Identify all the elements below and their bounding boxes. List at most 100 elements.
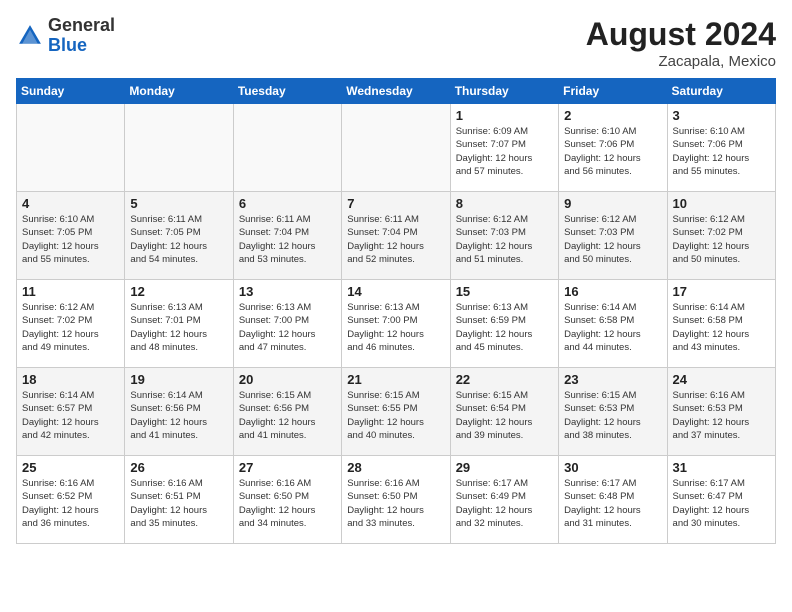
day-number: 14 [347,284,444,299]
calendar-day-cell: 6Sunrise: 6:11 AM Sunset: 7:04 PM Daylig… [233,192,341,280]
calendar-day-cell: 27 Sunrise: 6:16 AM Sunset: 6:50 PM Dayli… [233,456,341,544]
calendar-week-row: 11 Sunrise: 6:12 AM Sunset: 7:02 PM Dayli… [17,280,776,368]
calendar-day-cell: 3 Sunrise: 6:10 AM Sunset: 7:06 PM Daylig… [667,104,775,192]
day-info: Sunrise: 6:11 AM Sunset: 7:04 PM Dayligh… [347,213,444,266]
logo-blue-text: Blue [48,35,87,55]
day-info: Sunrise: 6:09 AM Sunset: 7:07 PM Dayligh… [456,125,553,178]
day-number: 28 [347,460,444,475]
day-number: 25 [22,460,119,475]
calendar-day-cell: 8 Sunrise: 6:12 AM Sunset: 7:03 PM Daylig… [450,192,558,280]
weekday-header-cell: Sunday [17,79,125,104]
logo-general-text: General [48,15,115,35]
day-number: 4 [22,196,119,211]
day-number: 23 [564,372,661,387]
logo: General Blue [16,16,115,56]
calendar-day-cell: 30Sunrise: 6:17 AM Sunset: 6:48 PM Dayli… [559,456,667,544]
calendar-day-cell: 17 Sunrise: 6:14 AM Sunset: 6:58 PM Dayli… [667,280,775,368]
day-info: Sunrise: 6:14 AM Sunset: 6:56 PM Dayligh… [130,389,227,442]
location-subtitle: Zacapala, Mexico [586,53,776,70]
calendar-day-cell: 13 Sunrise: 6:13 AM Sunset: 7:00 PM Dayli… [233,280,341,368]
calendar-day-cell: 29Sunrise: 6:17 AM Sunset: 6:49 PM Dayli… [450,456,558,544]
day-info: Sunrise: 6:15 AM Sunset: 6:56 PM Dayligh… [239,389,336,442]
calendar-day-cell: 12 Sunrise: 6:13 AM Sunset: 7:01 PM Dayli… [125,280,233,368]
calendar-day-cell: 28 Sunrise: 6:16 AM Sunset: 6:50 PM Dayli… [342,456,450,544]
calendar-table: SundayMondayTuesdayWednesdayThursdayFrid… [16,78,776,544]
day-number: 7 [347,196,444,211]
calendar-day-cell: 15Sunrise: 6:13 AM Sunset: 6:59 PM Dayli… [450,280,558,368]
weekday-header-row: SundayMondayTuesdayWednesdayThursdayFrid… [17,79,776,104]
day-number: 24 [673,372,770,387]
calendar-week-row: 1 Sunrise: 6:09 AM Sunset: 7:07 PM Daylig… [17,104,776,192]
day-number: 16 [564,284,661,299]
day-info: Sunrise: 6:17 AM Sunset: 6:48 PM Dayligh… [564,477,661,530]
calendar-week-row: 18 Sunrise: 6:14 AM Sunset: 6:57 PM Dayli… [17,368,776,456]
day-number: 22 [456,372,553,387]
calendar-day-cell: 14 Sunrise: 6:13 AM Sunset: 7:00 PM Dayli… [342,280,450,368]
day-info: Sunrise: 6:12 AM Sunset: 7:02 PM Dayligh… [673,213,770,266]
page-header: General Blue August 2024 Zacapala, Mexic… [16,16,776,70]
calendar-day-cell: 26Sunrise: 6:16 AM Sunset: 6:51 PM Dayli… [125,456,233,544]
weekday-header-cell: Tuesday [233,79,341,104]
day-number: 18 [22,372,119,387]
day-info: Sunrise: 6:12 AM Sunset: 7:03 PM Dayligh… [456,213,553,266]
day-info: Sunrise: 6:13 AM Sunset: 7:01 PM Dayligh… [130,301,227,354]
day-info: Sunrise: 6:10 AM Sunset: 7:06 PM Dayligh… [564,125,661,178]
day-info: Sunrise: 6:10 AM Sunset: 7:05 PM Dayligh… [22,213,119,266]
calendar-day-cell: 9 Sunrise: 6:12 AM Sunset: 7:03 PM Daylig… [559,192,667,280]
day-info: Sunrise: 6:15 AM Sunset: 6:53 PM Dayligh… [564,389,661,442]
day-info: Sunrise: 6:17 AM Sunset: 6:47 PM Dayligh… [673,477,770,530]
calendar-day-cell: 1 Sunrise: 6:09 AM Sunset: 7:07 PM Daylig… [450,104,558,192]
day-info: Sunrise: 6:13 AM Sunset: 6:59 PM Dayligh… [456,301,553,354]
day-info: Sunrise: 6:11 AM Sunset: 7:05 PM Dayligh… [130,213,227,266]
calendar-day-cell: 21Sunrise: 6:15 AM Sunset: 6:55 PM Dayli… [342,368,450,456]
calendar-day-cell: 7 Sunrise: 6:11 AM Sunset: 7:04 PM Daylig… [342,192,450,280]
calendar-day-cell: 19 Sunrise: 6:14 AM Sunset: 6:56 PM Dayli… [125,368,233,456]
logo-icon [16,22,44,50]
day-number: 2 [564,108,661,123]
calendar-day-cell: 20 Sunrise: 6:15 AM Sunset: 6:56 PM Dayli… [233,368,341,456]
day-number: 19 [130,372,227,387]
day-info: Sunrise: 6:14 AM Sunset: 6:58 PM Dayligh… [673,301,770,354]
day-info: Sunrise: 6:14 AM Sunset: 6:58 PM Dayligh… [564,301,661,354]
calendar-day-cell: 11 Sunrise: 6:12 AM Sunset: 7:02 PM Dayli… [17,280,125,368]
day-info: Sunrise: 6:16 AM Sunset: 6:50 PM Dayligh… [347,477,444,530]
day-info: Sunrise: 6:16 AM Sunset: 6:53 PM Dayligh… [673,389,770,442]
calendar-day-cell: 2 Sunrise: 6:10 AM Sunset: 7:06 PM Daylig… [559,104,667,192]
day-number: 9 [564,196,661,211]
day-number: 27 [239,460,336,475]
calendar-week-row: 4 Sunrise: 6:10 AM Sunset: 7:05 PM Daylig… [17,192,776,280]
calendar-day-cell: 23 Sunrise: 6:15 AM Sunset: 6:53 PM Dayli… [559,368,667,456]
title-block: August 2024 Zacapala, Mexico [586,16,776,70]
day-info: Sunrise: 6:10 AM Sunset: 7:06 PM Dayligh… [673,125,770,178]
day-number: 11 [22,284,119,299]
day-number: 1 [456,108,553,123]
day-info: Sunrise: 6:12 AM Sunset: 7:03 PM Dayligh… [564,213,661,266]
calendar-day-cell: 16 Sunrise: 6:14 AM Sunset: 6:58 PM Dayli… [559,280,667,368]
day-number: 31 [673,460,770,475]
day-info: Sunrise: 6:13 AM Sunset: 7:00 PM Dayligh… [239,301,336,354]
day-info: Sunrise: 6:12 AM Sunset: 7:02 PM Dayligh… [22,301,119,354]
day-info: Sunrise: 6:16 AM Sunset: 6:50 PM Dayligh… [239,477,336,530]
calendar-day-cell: 24 Sunrise: 6:16 AM Sunset: 6:53 PM Dayli… [667,368,775,456]
day-info: Sunrise: 6:17 AM Sunset: 6:49 PM Dayligh… [456,477,553,530]
calendar-day-cell: 10 Sunrise: 6:12 AM Sunset: 7:02 PM Dayli… [667,192,775,280]
weekday-header-cell: Saturday [667,79,775,104]
day-number: 12 [130,284,227,299]
calendar-day-cell: 22Sunrise: 6:15 AM Sunset: 6:54 PM Dayli… [450,368,558,456]
day-number: 8 [456,196,553,211]
day-number: 10 [673,196,770,211]
day-info: Sunrise: 6:13 AM Sunset: 7:00 PM Dayligh… [347,301,444,354]
weekday-header-cell: Monday [125,79,233,104]
weekday-header-cell: Wednesday [342,79,450,104]
calendar-day-cell [125,104,233,192]
day-info: Sunrise: 6:14 AM Sunset: 6:57 PM Dayligh… [22,389,119,442]
day-number: 5 [130,196,227,211]
calendar-day-cell [342,104,450,192]
day-info: Sunrise: 6:16 AM Sunset: 6:52 PM Dayligh… [22,477,119,530]
day-number: 3 [673,108,770,123]
day-number: 6 [239,196,336,211]
calendar-day-cell [17,104,125,192]
day-number: 20 [239,372,336,387]
day-number: 13 [239,284,336,299]
day-number: 17 [673,284,770,299]
